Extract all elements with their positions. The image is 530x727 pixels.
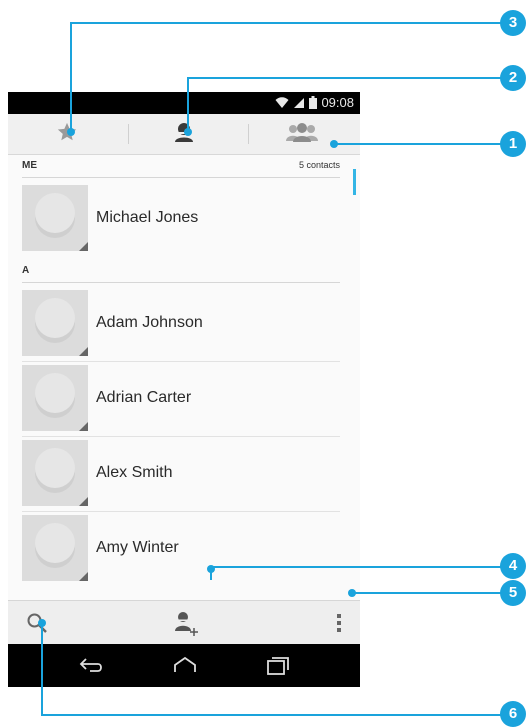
signal-icon — [293, 97, 305, 109]
scrollbar[interactable] — [353, 169, 356, 195]
status-time: 09:08 — [321, 95, 354, 110]
phone-screen: 09:08 ME 5 contacts Michael Jones A Adam… — [8, 92, 360, 687]
tab-groups[interactable] — [243, 114, 360, 154]
person-icon — [172, 120, 196, 149]
bottom-action-bar — [8, 600, 360, 645]
callout-line — [70, 22, 504, 24]
list-item[interactable]: Alex Smith — [22, 440, 340, 508]
avatar — [22, 440, 88, 506]
avatar — [22, 515, 88, 581]
contact-name: Alex Smith — [96, 464, 173, 481]
callout-badge-4: 4 — [500, 553, 526, 579]
home-icon[interactable] — [172, 656, 198, 679]
list-item[interactable]: Michael Jones — [22, 185, 340, 253]
overflow-menu-icon[interactable] — [336, 613, 342, 638]
callout-badge-6: 6 — [500, 701, 526, 727]
divider — [22, 361, 340, 362]
callout-badge-5: 5 — [500, 580, 526, 606]
contact-list[interactable]: ME 5 contacts Michael Jones A Adam Johns… — [8, 155, 360, 600]
tab-favorites[interactable] — [8, 114, 125, 154]
callout-badge-3: 3 — [500, 10, 526, 36]
section-title: A — [22, 265, 30, 276]
callout-line — [336, 143, 504, 145]
add-contact-icon[interactable] — [172, 609, 200, 642]
avatar — [22, 290, 88, 356]
tab-contacts[interactable] — [125, 114, 242, 154]
avatar — [22, 365, 88, 431]
list-item[interactable]: Amy Winter — [22, 515, 340, 583]
list-item[interactable]: Adam Johnson — [22, 290, 340, 358]
wifi-icon — [275, 96, 289, 109]
recent-apps-icon[interactable] — [265, 656, 291, 681]
divider — [22, 436, 340, 437]
list-item[interactable]: Adrian Carter — [22, 365, 340, 433]
callout-line — [41, 622, 43, 716]
avatar — [22, 185, 88, 251]
callout-line — [41, 714, 503, 716]
battery-icon — [309, 96, 318, 109]
section-title: ME — [22, 160, 37, 171]
contact-name: Amy Winter — [96, 539, 179, 556]
callout-line — [352, 592, 503, 594]
back-icon[interactable] — [78, 656, 104, 679]
contact-count: 5 contacts — [298, 160, 340, 170]
divider — [22, 511, 340, 512]
contact-name: Michael Jones — [96, 209, 199, 226]
callout-line — [187, 77, 503, 79]
contact-name: Adrian Carter — [96, 389, 192, 406]
contact-name: Adam Johnson — [96, 314, 203, 331]
section-header-a: A — [22, 260, 340, 283]
section-header-me: ME 5 contacts — [22, 155, 340, 178]
callout-badge-2: 2 — [500, 65, 526, 91]
callout-badge-1: 1 — [500, 131, 526, 157]
group-icon — [285, 121, 319, 148]
callout-line — [210, 566, 503, 568]
navigation-bar — [8, 644, 360, 687]
callout-line — [187, 77, 189, 132]
callout-line — [70, 22, 72, 132]
status-bar: 09:08 — [8, 92, 360, 114]
callout-line — [210, 566, 212, 580]
